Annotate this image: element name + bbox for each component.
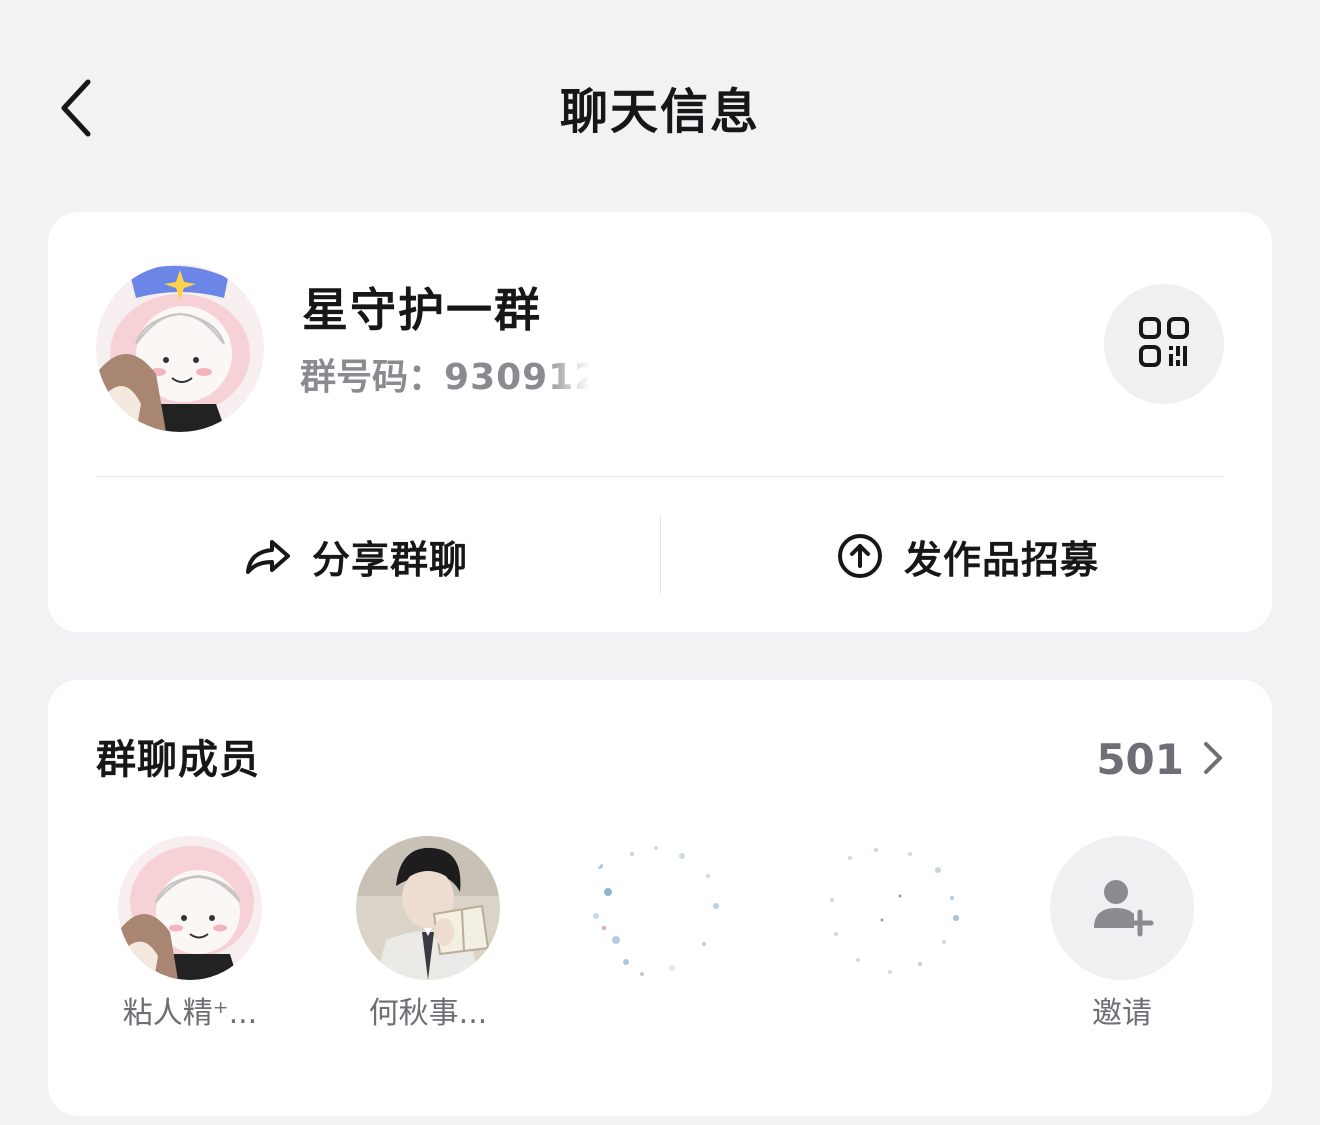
chevron-right-icon — [1202, 740, 1224, 780]
member-name: 粘人精⁺... — [122, 996, 258, 1031]
qr-code-icon — [1138, 316, 1190, 372]
member-item[interactable]: 何秋事... — [338, 836, 518, 1034]
divider — [660, 516, 661, 594]
invite-label: 邀请 — [1092, 996, 1152, 1031]
member-item[interactable] — [802, 836, 982, 994]
page-title: 聊天信息 — [559, 84, 760, 140]
group-id-value: 9309122 — [444, 357, 627, 398]
group-name: 星守护一群 — [302, 283, 542, 337]
member-avatar — [356, 836, 500, 980]
upload-circle-icon — [836, 532, 884, 580]
share-group-button[interactable]: 分享群聊 — [244, 512, 468, 600]
share-group-label: 分享群聊 — [312, 537, 469, 582]
member-item[interactable]: 粘人精⁺... — [100, 836, 280, 1034]
member-avatar — [820, 836, 964, 980]
member-name: 何秋事... — [368, 996, 488, 1031]
qr-code-button[interactable] — [1104, 284, 1224, 404]
group-info-card: 星守护一群 群号码：9309122 分享群聊 发作品招募 — [48, 212, 1272, 632]
members-count-link[interactable]: 501 — [1096, 730, 1224, 790]
post-recruit-label: 发作品招募 — [904, 537, 1100, 582]
header-bar: 聊天信息 — [0, 0, 1320, 212]
post-recruit-button[interactable]: 发作品招募 — [836, 512, 1099, 600]
share-arrow-icon — [244, 536, 292, 576]
members-card: 群聊成员 501 粘人精⁺... 何秋事... 邀请 — [48, 680, 1272, 1116]
members-count: 501 — [1096, 735, 1184, 784]
member-avatar — [586, 836, 730, 980]
group-id-row: 群号码：9309122 — [300, 354, 626, 402]
invite-circle — [1050, 836, 1194, 980]
add-user-icon — [1090, 874, 1154, 942]
group-avatar[interactable] — [96, 264, 264, 432]
member-avatar — [118, 836, 262, 980]
member-item[interactable] — [568, 836, 748, 994]
invite-member-button[interactable]: 邀请 — [1032, 836, 1212, 1034]
group-id-label: 群号码： — [300, 357, 445, 398]
members-title: 群聊成员 — [96, 737, 260, 783]
divider — [96, 476, 1224, 477]
